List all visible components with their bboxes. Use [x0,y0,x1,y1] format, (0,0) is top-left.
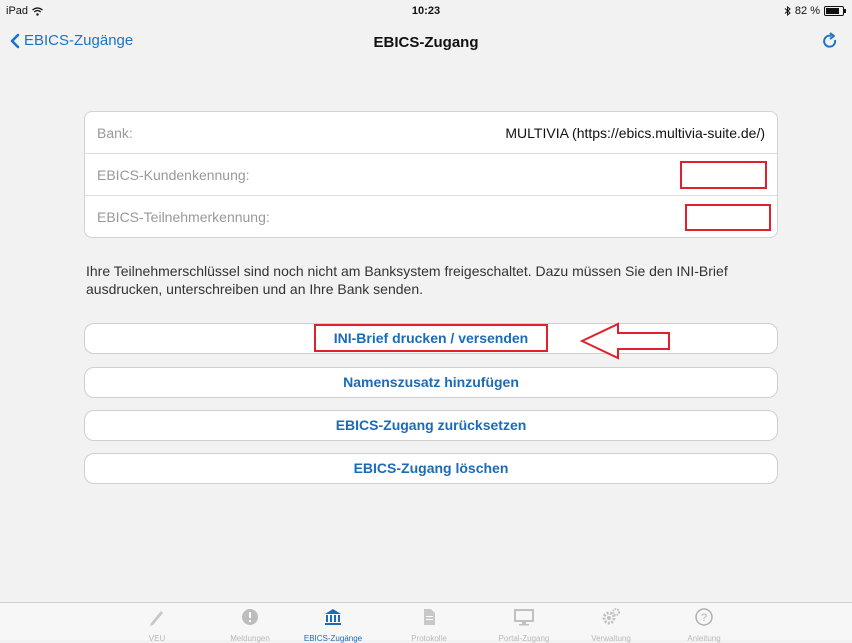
battery-icon [824,6,846,16]
status-bar: iPad 10:23 82 % [0,0,852,22]
monitor-icon [514,609,534,626]
tab-protokolle[interactable]: Protokolle [389,607,469,643]
tab-portal-zugang[interactable]: Portal-Zugang [484,607,564,643]
document-icon [424,609,435,625]
bank-icon [325,609,341,625]
reset-access-button[interactable]: EBICS-Zugang zurücksetzen [84,410,778,441]
tab-veu[interactable]: VEU [117,607,197,643]
pencil-icon [150,611,163,626]
redaction-box [685,204,771,231]
tab-meldungen[interactable]: Meldungen [210,607,290,643]
print-ini-letter-button[interactable]: INI-Brief drucken / versenden [84,323,778,354]
refresh-icon [823,32,837,48]
participant-id-label: EBICS-Teilnehmerkennung: [97,209,270,225]
svg-text:?: ? [701,612,707,624]
delete-access-button[interactable]: EBICS-Zugang löschen [84,453,778,484]
notice-text: Ihre Teilnehmerschlüssel sind noch nicht… [86,263,728,297]
refresh-button[interactable] [822,32,838,55]
tab-ebics-zugaenge[interactable]: EBICS-Zugänge [293,607,373,643]
alert-icon [242,609,258,625]
tab-anleitung[interactable]: ? Anleitung [664,607,744,643]
customer-id-row: EBICS-Kundenkennung: [85,154,777,196]
gears-icon [602,608,620,625]
participant-id-row: EBICS-Teilnehmerkennung: [85,196,777,237]
status-right: 82 % [784,5,846,17]
customer-id-label: EBICS-Kundenkennung: [97,167,250,183]
bank-row: Bank: MULTIVIA (https://ebics.multivia-s… [85,112,777,154]
tab-verwaltung[interactable]: Verwaltung [571,607,651,643]
add-name-suffix-button[interactable]: Namenszusatz hinzufügen [84,367,778,398]
tab-bar: VEU Meldungen EBICS-Zugänge Protokolle P… [0,602,852,643]
account-info-card: Bank: MULTIVIA (https://ebics.multivia-s… [84,111,778,238]
bank-label: Bank: [97,125,133,141]
redaction-box [680,161,767,189]
battery-percent: 82 % [794,5,820,17]
status-time: 10:23 [411,5,441,17]
page-title: EBICS-Zugang [373,34,479,51]
help-icon: ? [695,608,713,626]
bank-value: MULTIVIA (https://ebics.multivia-suite.d… [505,125,765,141]
navigation-bar: EBICS-Zugänge EBICS-Zugang [0,22,852,64]
print-ini-letter-label: INI-Brief drucken / versenden [313,324,549,352]
bluetooth-icon [784,6,791,16]
annotation-arrow [580,322,670,360]
